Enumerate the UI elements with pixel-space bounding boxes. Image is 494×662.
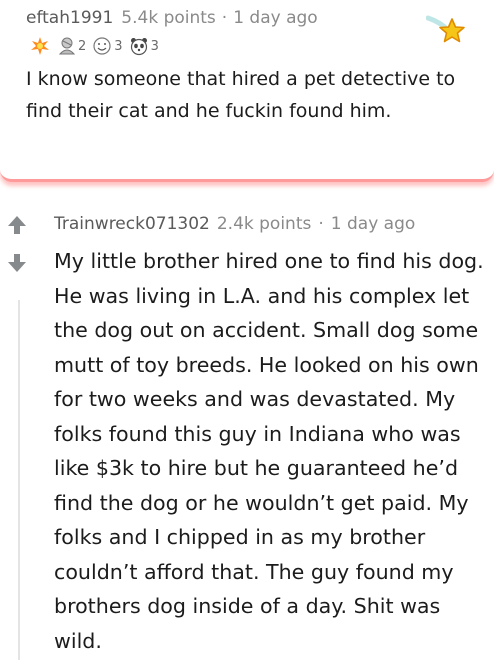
- reply-username[interactable]: Trainwreck071302: [54, 214, 210, 234]
- award-panda[interactable]: 3: [129, 36, 159, 56]
- reply-comment-meta: Trainwreck071302 2.4k points · 1 day ago: [54, 214, 415, 234]
- award-count: 3: [150, 38, 159, 54]
- upvote-arrow-icon[interactable]: [6, 214, 28, 236]
- downvote-arrow-icon[interactable]: [6, 252, 28, 274]
- burst-award-icon: [31, 37, 49, 55]
- parent-timestamp: 1 day ago: [233, 8, 318, 28]
- award-face[interactable]: 3: [92, 36, 123, 56]
- reply-comment-body: My little brother hired one to find his …: [54, 249, 484, 653]
- award-burst[interactable]: [30, 36, 50, 56]
- parent-comment-meta: eftah1991 5.4k points · 1 day ago: [26, 8, 494, 28]
- award-count: 2: [78, 38, 87, 54]
- parent-comment-body: I know someone that hired a pet detectiv…: [26, 68, 456, 122]
- parent-username[interactable]: eftah1991: [26, 8, 113, 28]
- reply-points: 2.4k points: [216, 214, 312, 234]
- awards-row[interactable]: 2 3 3: [30, 36, 494, 56]
- award-bust[interactable]: 2: [56, 36, 86, 56]
- award-count: 3: [114, 38, 123, 54]
- meta-separator: ·: [318, 214, 324, 234]
- parent-comment: eftah1991 5.4k points · 1 day ago 2 3 3 …: [0, 0, 494, 182]
- meta-separator: ·: [221, 8, 228, 28]
- shooting-star-icon[interactable]: [426, 14, 468, 48]
- panda-award-icon: [130, 38, 147, 56]
- reply-timestamp: 1 day ago: [330, 214, 416, 234]
- thread-line[interactable]: [18, 300, 20, 660]
- parent-points: 5.4k points: [121, 8, 216, 28]
- vote-column: [6, 214, 30, 290]
- bust-award-icon: [58, 37, 76, 55]
- face-award-icon: [93, 37, 111, 55]
